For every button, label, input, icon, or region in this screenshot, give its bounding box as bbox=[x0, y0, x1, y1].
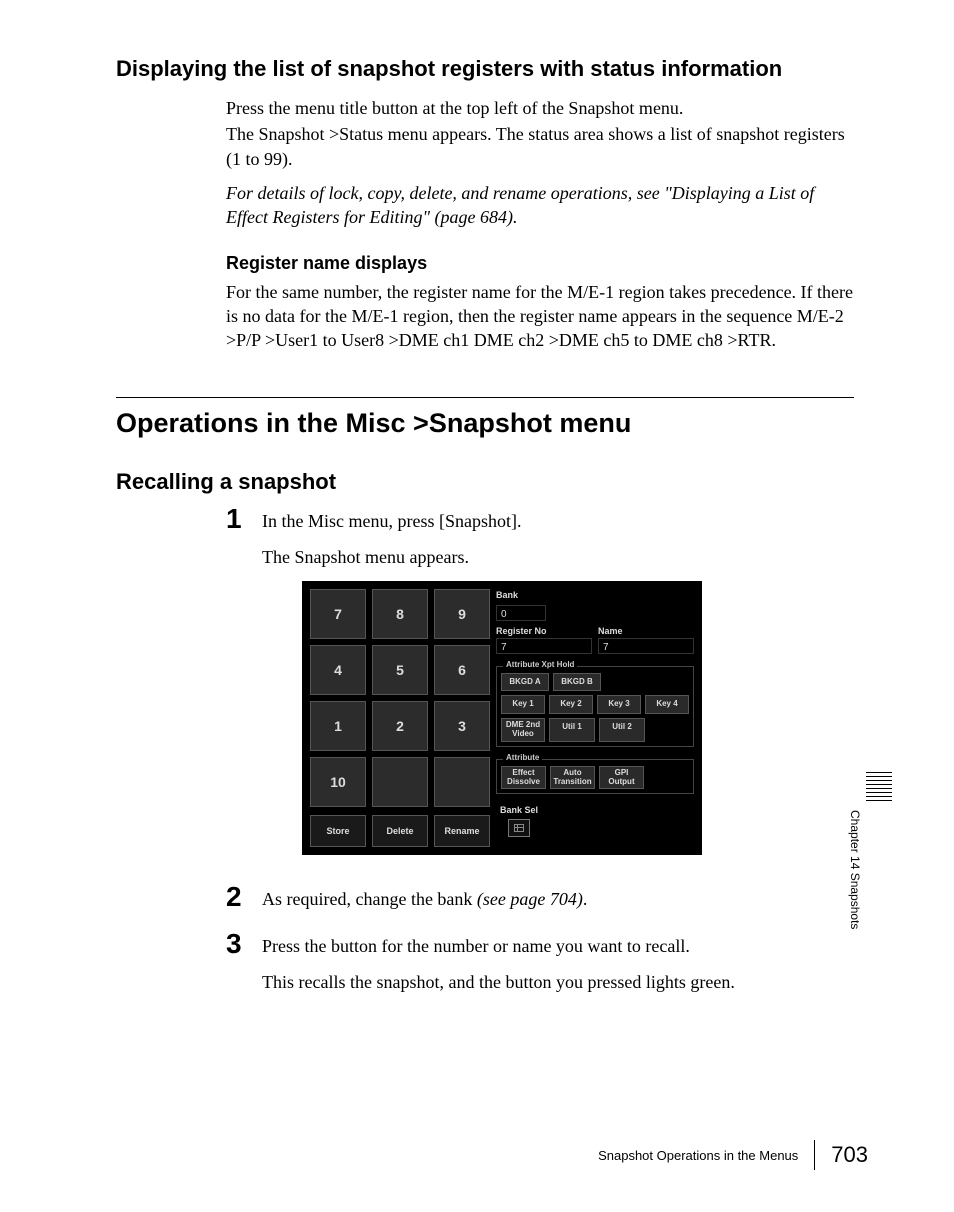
auto-transition-button[interactable]: Auto Transition bbox=[550, 766, 595, 790]
step2-p1: As required, change the bank (see page 7… bbox=[262, 887, 854, 911]
keypad-2[interactable]: 2 bbox=[372, 701, 428, 751]
gpi-output-button[interactable]: GPI Output bbox=[599, 766, 644, 790]
bkgd-a-button[interactable]: BKGD A bbox=[501, 673, 549, 692]
bank-value: 0 bbox=[496, 605, 546, 621]
paragraph-heading-register-name: Register name displays bbox=[226, 251, 854, 275]
key1-button[interactable]: Key 1 bbox=[501, 695, 545, 714]
intro-block: Press the menu title button at the top l… bbox=[226, 96, 854, 353]
step-number: 1 bbox=[226, 505, 262, 533]
keypad-4[interactable]: 4 bbox=[310, 645, 366, 695]
name-value: 7 bbox=[598, 638, 694, 654]
effect-dissolve-button[interactable]: Effect Dissolve bbox=[501, 766, 546, 790]
page-number: 703 bbox=[831, 1142, 868, 1168]
store-button[interactable]: Store bbox=[310, 815, 366, 847]
intro-p1: Press the menu title button at the top l… bbox=[226, 96, 854, 120]
bank-sel-button[interactable]: Bank Sel bbox=[496, 804, 542, 837]
step3-p1: Press the button for the number or name … bbox=[262, 934, 854, 958]
thumb-index-lines-icon bbox=[866, 770, 892, 801]
key2-button[interactable]: Key 2 bbox=[549, 695, 593, 714]
step1-p2: The Snapshot menu appears. bbox=[262, 545, 854, 569]
section-subheading-recalling: Recalling a snapshot bbox=[116, 469, 854, 495]
attribute-xpt-hold-group: Attribute Xpt Hold BKGD A BKGD B Key 1 K… bbox=[496, 666, 694, 747]
rename-button[interactable]: Rename bbox=[434, 815, 490, 847]
keypad-8[interactable]: 8 bbox=[372, 589, 428, 639]
util1-button[interactable]: Util 1 bbox=[549, 718, 595, 742]
footer-section-title: Snapshot Operations in the Menus bbox=[598, 1148, 798, 1163]
snapshot-keypad: 7 8 9 4 5 6 1 2 3 10 bbox=[310, 589, 490, 847]
step-2: 2 As required, change the bank (see page… bbox=[226, 887, 854, 923]
steps-list: 1 In the Misc menu, press [Snapshot]. Th… bbox=[226, 509, 854, 1006]
intro-p2: The Snapshot >Status menu appears. The s… bbox=[226, 122, 854, 171]
keypad-9[interactable]: 9 bbox=[434, 589, 490, 639]
step3-p2: This recalls the snapshot, and the butto… bbox=[262, 970, 854, 994]
intro-xref: For details of lock, copy, delete, and r… bbox=[226, 181, 854, 230]
step2-tail: . bbox=[583, 889, 588, 909]
attribute-group: Attribute Effect Dissolve Auto Transitio… bbox=[496, 759, 694, 795]
key4-button[interactable]: Key 4 bbox=[645, 695, 689, 714]
section-rule bbox=[116, 397, 854, 398]
keypad-blank-a[interactable] bbox=[372, 757, 428, 807]
step2-xref: (see page 704) bbox=[477, 889, 583, 909]
keypad-6[interactable]: 6 bbox=[434, 645, 490, 695]
step-1: 1 In the Misc menu, press [Snapshot]. Th… bbox=[226, 509, 854, 878]
delete-button[interactable]: Delete bbox=[372, 815, 428, 847]
section-heading-operations: Operations in the Misc >Snapshot menu bbox=[116, 408, 854, 439]
name-label: Name bbox=[598, 625, 694, 637]
snapshot-menu-figure: 7 8 9 4 5 6 1 2 3 10 bbox=[302, 581, 702, 855]
footer-divider bbox=[814, 1140, 815, 1170]
regno-value: 7 bbox=[496, 638, 592, 654]
key3-button[interactable]: Key 3 bbox=[597, 695, 641, 714]
dme-2nd-video-button[interactable]: DME 2nd Video bbox=[501, 718, 545, 742]
snapshot-right-panel: Bank 0 Register No 7 Name 7 Attribut bbox=[496, 589, 694, 847]
keypad-7[interactable]: 7 bbox=[310, 589, 366, 639]
keypad-1[interactable]: 1 bbox=[310, 701, 366, 751]
step-3: 3 Press the button for the number or nam… bbox=[226, 934, 854, 1007]
thumb-index-label: Chapter 14 Snapshots bbox=[848, 810, 862, 929]
keypad-5[interactable]: 5 bbox=[372, 645, 428, 695]
thumb-index: Chapter 14 Snapshots bbox=[848, 770, 892, 929]
regno-label: Register No bbox=[496, 625, 592, 637]
keypad-blank-b[interactable] bbox=[434, 757, 490, 807]
bank-label: Bank bbox=[496, 589, 694, 601]
bank-sel-label: Bank Sel bbox=[500, 804, 538, 816]
keypad-3[interactable]: 3 bbox=[434, 701, 490, 751]
xpt-hold-label: Attribute Xpt Hold bbox=[503, 660, 577, 671]
step-number: 2 bbox=[226, 883, 262, 911]
step2-text: As required, change the bank bbox=[262, 889, 477, 909]
page-footer: Snapshot Operations in the Menus 703 bbox=[598, 1140, 868, 1170]
attribute-label: Attribute bbox=[503, 753, 542, 764]
step1-p1: In the Misc menu, press [Snapshot]. bbox=[262, 509, 854, 533]
util2-button[interactable]: Util 2 bbox=[599, 718, 645, 742]
step-number: 3 bbox=[226, 930, 262, 958]
register-name-body: For the same number, the register name f… bbox=[226, 280, 854, 353]
grid-icon bbox=[508, 819, 530, 837]
section-subheading-display-list: Displaying the list of snapshot register… bbox=[116, 56, 854, 82]
keypad-10[interactable]: 10 bbox=[310, 757, 366, 807]
bkgd-b-button[interactable]: BKGD B bbox=[553, 673, 601, 692]
